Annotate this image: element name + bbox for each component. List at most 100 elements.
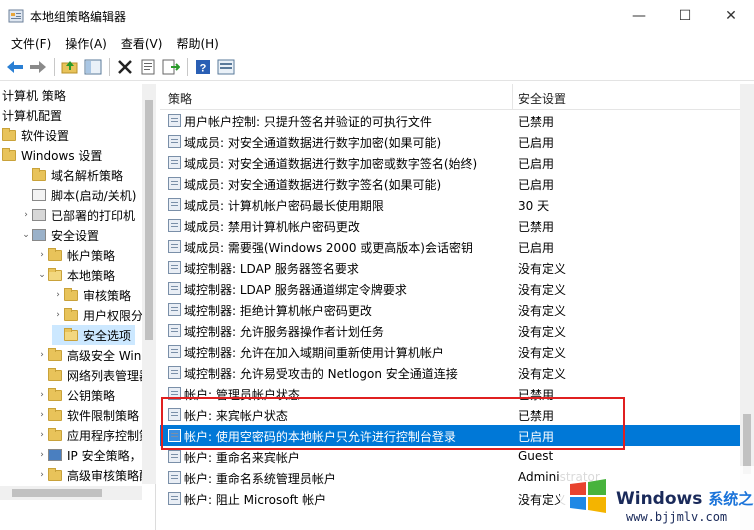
policy-row[interactable]: 域成员: 对安全通道数据进行数字加密或数字签名(始终) 已启用 xyxy=(160,152,740,173)
script-icon xyxy=(32,189,46,201)
menu-file[interactable]: 文件(F) xyxy=(4,32,58,54)
tree-scroll-thumb[interactable] xyxy=(145,100,153,340)
policy-row[interactable]: 帐户: 重命名来宾帐户 Guest xyxy=(160,446,740,467)
policy-row[interactable]: 域控制器: LDAP 服务器签名要求 没有定义 xyxy=(160,257,740,278)
column-header-setting[interactable]: 安全设置 xyxy=(518,90,566,107)
policy-setting: 没有定义 xyxy=(518,493,567,507)
show-hide-tree-icon[interactable] xyxy=(82,56,104,78)
chevron-right-icon[interactable]: › xyxy=(36,450,48,460)
policy-name: 域成员: 禁用计算机帐户密码更改 xyxy=(184,220,360,234)
policy-row[interactable]: 域成员: 对安全通道数据进行数字加密(如果可能) 已启用 xyxy=(160,131,740,152)
tree-node[interactable]: Windows 设置 xyxy=(2,145,106,165)
tree-node[interactable]: 域名解析策略 xyxy=(20,165,127,185)
chevron-right-icon[interactable]: › xyxy=(36,470,48,480)
minimize-button[interactable]: — xyxy=(616,0,662,32)
chevron-right-icon[interactable]: › xyxy=(36,390,48,400)
export-list-icon[interactable] xyxy=(160,56,182,78)
tree-node[interactable]: 脚本(启动/关机) xyxy=(20,185,140,205)
back-arrow-icon[interactable] xyxy=(4,56,26,78)
tree-node[interactable]: 计算机配置 xyxy=(2,105,66,125)
tree-node[interactable]: › 公钥策略 xyxy=(36,385,119,405)
chevron-right-icon[interactable]: › xyxy=(52,290,64,300)
folder-icon xyxy=(64,287,78,301)
policy-row[interactable]: 域控制器: 允许易受攻击的 Netlogon 安全通道连接 没有定义 xyxy=(160,362,740,383)
policy-name: 帐户: 阻止 Microsoft 帐户 xyxy=(184,493,327,507)
chevron-right-icon[interactable]: › xyxy=(52,310,64,320)
column-header-policy[interactable]: 策略 xyxy=(168,90,192,107)
menu-action[interactable]: 操作(A) xyxy=(58,32,114,54)
policy-name: 域成员: 需要强(Windows 2000 或更高版本)会话密钥 xyxy=(184,241,473,255)
policy-name: 帐户: 管理员帐户状态 xyxy=(184,388,300,402)
policy-name: 域成员: 计算机帐户密码最长使用期限 xyxy=(184,199,384,213)
tree-node[interactable]: ⌄ 安全设置 xyxy=(20,225,103,245)
policy-row[interactable]: 帐户: 使用空密码的本地帐户只允许进行控制台登录 已启用 xyxy=(160,425,740,446)
folder-icon xyxy=(48,347,62,361)
policy-row[interactable]: 用户帐户控制: 只提升签名并验证的可执行文件 已禁用 xyxy=(160,110,740,131)
chevron-right-icon[interactable]: › xyxy=(20,210,32,220)
policy-row[interactable]: 帐户: 来宾帐户状态 已禁用 xyxy=(160,404,740,425)
folder-icon xyxy=(32,167,46,181)
policy-row[interactable]: 域控制器: LDAP 服务器通道绑定令牌要求 没有定义 xyxy=(160,278,740,299)
menu-view[interactable]: 查看(V) xyxy=(114,32,170,54)
tree-node[interactable]: › 帐户策略 xyxy=(36,245,119,265)
up-folder-icon[interactable] xyxy=(59,56,81,78)
view-icon[interactable] xyxy=(215,56,237,78)
tree-node[interactable]: › 高级审核策略配置 xyxy=(36,465,155,485)
policy-row[interactable]: 域控制器: 允许在加入域期间重新使用计算机帐户 没有定义 xyxy=(160,341,740,362)
policy-row[interactable]: 域成员: 需要强(Windows 2000 或更高版本)会话密钥 已启用 xyxy=(160,236,740,257)
chevron-right-icon[interactable]: › xyxy=(36,250,48,260)
policy-setting: 已禁用 xyxy=(518,388,555,402)
delete-icon[interactable] xyxy=(114,56,136,78)
tree-node[interactable]: ⌄ 本地策略 xyxy=(36,265,119,285)
chevron-right-icon[interactable]: › xyxy=(36,410,48,420)
tree-node[interactable]: ›IP 安全策略，在 本地计算机 xyxy=(36,445,155,465)
tree-node[interactable]: 软件设置 xyxy=(2,125,73,145)
printer-icon xyxy=(32,209,46,221)
group-policy-app-icon xyxy=(8,9,24,23)
tree-node[interactable]: › 已部署的打印机 xyxy=(20,205,139,225)
tree-node[interactable]: 计算机 策略 xyxy=(2,85,70,105)
menu-bar: 文件(F) 操作(A) 查看(V) 帮助(H) xyxy=(0,32,754,54)
tree-node-label: 审核策略 xyxy=(83,288,132,303)
close-button[interactable]: ✕ xyxy=(708,0,754,32)
properties-icon[interactable] xyxy=(137,56,159,78)
tree-node-label: 计算机配置 xyxy=(2,108,63,123)
policy-row[interactable]: 域成员: 禁用计算机帐户密码更改 已禁用 xyxy=(160,215,740,236)
tree-node[interactable]: › 应用程序控制策略 xyxy=(36,425,155,445)
policy-row[interactable]: 帐户: 管理员帐户状态 已禁用 xyxy=(160,383,740,404)
policy-icon xyxy=(168,408,181,421)
policy-setting: 已启用 xyxy=(518,241,555,255)
forward-arrow-icon[interactable] xyxy=(27,56,49,78)
tree-node[interactable]: 安全选项 xyxy=(52,325,136,345)
list-scroll-thumb[interactable] xyxy=(743,414,751,474)
help-icon[interactable]: ? xyxy=(192,56,214,78)
policy-name: 用户帐户控制: 只提升签名并验证的可执行文件 xyxy=(184,115,432,129)
policy-setting: 已禁用 xyxy=(518,220,555,234)
maximize-button[interactable]: ☐ xyxy=(662,0,708,32)
policy-icon xyxy=(168,429,181,442)
chevron-right-icon[interactable]: › xyxy=(36,350,48,360)
tree-hscroll-thumb[interactable] xyxy=(12,489,102,497)
tree-node-label: 已部署的打印机 xyxy=(51,208,136,223)
folder-icon xyxy=(2,147,16,161)
ipsec-icon xyxy=(48,449,62,461)
chevron-down-icon[interactable]: ⌄ xyxy=(36,270,48,280)
tree-node[interactable]: 网络列表管理器策略 xyxy=(36,365,155,385)
toolbar: ? xyxy=(0,54,754,81)
policy-row[interactable]: 域控制器: 拒绝计算机帐户密码更改 没有定义 xyxy=(160,299,740,320)
tree-node[interactable]: › 审核策略 xyxy=(52,285,135,305)
policy-row[interactable]: 域控制器: 允许服务器操作者计划任务 没有定义 xyxy=(160,320,740,341)
toolbar-separator xyxy=(109,58,110,76)
policy-icon xyxy=(168,261,181,274)
chevron-right-icon[interactable]: › xyxy=(36,430,48,440)
policy-row[interactable]: 域成员: 对安全通道数据进行数字签名(如果可能) 已启用 xyxy=(160,173,740,194)
policy-row[interactable]: 域成员: 计算机帐户密码最长使用期限 30 天 xyxy=(160,194,740,215)
menu-help[interactable]: 帮助(H) xyxy=(169,32,225,54)
tree-pane: 计算机 策略计算机配置软件设置 Windows 设置 域名解析策略 脚本(启动/关机)… xyxy=(0,84,156,530)
column-divider[interactable] xyxy=(512,84,513,110)
chevron-down-icon[interactable]: ⌄ xyxy=(20,230,32,240)
tree-node[interactable]: ›高级安全 Windows Defender 防火墙 xyxy=(36,345,155,365)
tree-node[interactable]: › 软件限制策略 xyxy=(36,405,143,425)
tree-node-label: 软件设置 xyxy=(21,128,70,143)
tree-node[interactable]: › 用户权限分配 xyxy=(52,305,155,325)
